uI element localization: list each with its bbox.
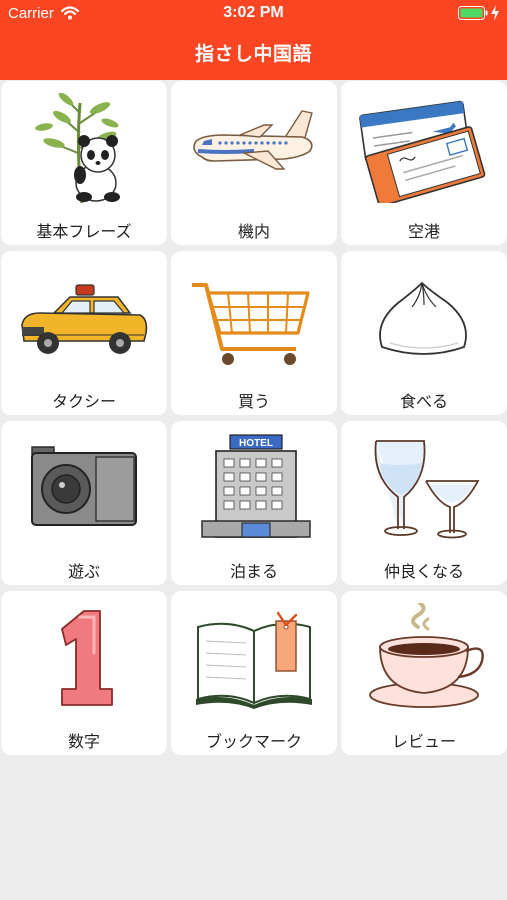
camera-icon [31,446,137,526]
menu-item-taxi[interactable]: タクシー [1,251,167,415]
menu-item-eating[interactable]: 食べる [341,251,507,415]
menu-item-label: 食べる [399,392,448,411]
svg-text:HOTEL: HOTEL [239,438,273,449]
page-title: 指さし中国語 [194,43,312,65]
menu-item-airport[interactable]: 空港 [341,81,507,245]
menu-item-label: 遊ぶ [67,562,100,581]
ticket-icon [359,100,486,203]
menu-item-bookmarks[interactable]: ブックマーク [171,591,337,755]
bun-icon [379,281,467,355]
menu-item-label: 仲良くなる [383,562,464,581]
menu-item-label: ブックマーク [205,732,302,751]
shopping-cart-icon [192,283,310,365]
menu-item-label: 買う [237,392,270,411]
menu-item-label: 基本フレーズ [36,222,132,241]
menu-item-label: 数字 [67,732,100,751]
menu-item-label: 機内 [237,222,270,241]
hotel-icon: HOTEL [201,434,311,538]
coffee-cup-icon [369,603,484,708]
menu-item-staying[interactable]: HOTEL 泊まる [171,421,337,585]
number-one-icon [61,610,113,706]
menu-item-shopping[interactable]: 買う [171,251,337,415]
menu-item-label: タクシー [51,392,116,411]
menu-item-label: レビュー [391,732,456,751]
airplane-icon [193,110,313,170]
panda-bamboo-icon [35,93,120,203]
menu-item-review[interactable]: レビュー [341,591,507,755]
clock: 3:02 PM [223,4,284,21]
charging-bolt-icon [491,5,499,21]
menu-item-in-flight[interactable]: 機内 [171,81,337,245]
menu-item-basic-phrases[interactable]: 基本フレーズ [1,81,167,245]
menu-item-label: 空港 [407,222,440,241]
menu-item-play[interactable]: 遊ぶ [1,421,167,585]
battery-icon [458,6,488,20]
taxi-icon [21,284,148,354]
wine-glasses-icon [374,440,480,539]
status-bar: Carrier 3:02 PM [0,0,507,28]
bookmark-book-icon [196,611,312,709]
header: Carrier 3:02 PM 指さし中国語 [0,0,507,80]
menu-item-numbers[interactable]: 数字 [1,591,167,755]
menu-item-making-friends[interactable]: 仲良くなる [341,421,507,585]
menu-item-label: 泊まる [229,562,278,581]
